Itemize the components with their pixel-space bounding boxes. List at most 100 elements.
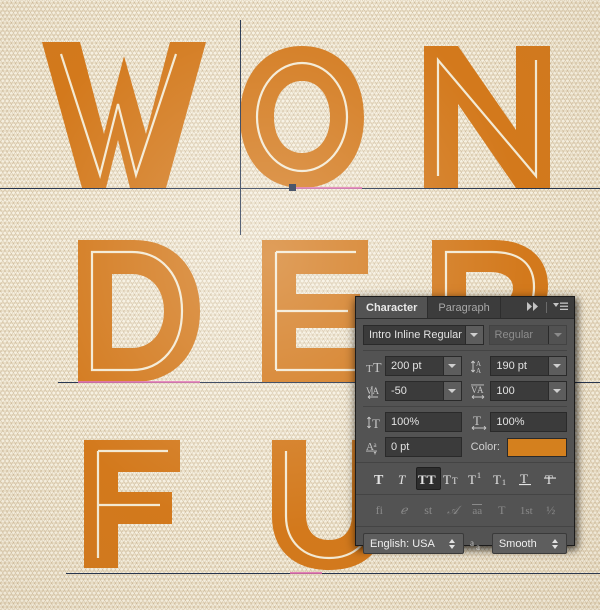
font-style-dropdown-icon[interactable] xyxy=(548,326,566,344)
text-color-swatch[interactable] xyxy=(506,437,567,457)
stylistic-alternates-glyph: aa xyxy=(472,503,483,517)
svg-text:A: A xyxy=(372,386,379,396)
fractions-glyph: ½ xyxy=(546,503,556,517)
titling-alternates-button[interactable]: T xyxy=(490,499,515,522)
subscript-button[interactable]: T 1 xyxy=(490,467,515,490)
header-divider xyxy=(546,302,547,313)
kerning-field[interactable]: -50 xyxy=(385,381,462,401)
svg-text:a: a xyxy=(476,542,480,551)
svg-text:T: T xyxy=(418,472,427,486)
baseline-shift-value: 0 pt xyxy=(391,441,410,453)
leading-dropdown-icon[interactable] xyxy=(547,357,566,375)
fractions-button[interactable]: ½ xyxy=(539,499,564,522)
panel-tabstrip[interactable]: Character Paragraph xyxy=(356,297,574,319)
leading-value: 190 pt xyxy=(496,360,527,372)
svg-text:A: A xyxy=(476,367,481,374)
faux-bold-button[interactable]: T xyxy=(367,467,392,490)
language-spinner-icon[interactable] xyxy=(445,538,463,549)
tab-character[interactable]: Character xyxy=(356,297,429,318)
font-size-icon: T T xyxy=(363,357,385,375)
contextual-alternates-button[interactable]: ℯ xyxy=(392,499,417,522)
contextual-alternates-glyph: ℯ xyxy=(400,503,408,517)
svg-text:A: A xyxy=(477,385,484,395)
font-size-field[interactable]: 200 pt xyxy=(385,356,462,376)
faux-italic-button[interactable]: T xyxy=(392,467,417,490)
discretionary-ligatures-glyph: st xyxy=(424,503,433,517)
font-family-dropdown-icon[interactable] xyxy=(464,326,483,344)
vertical-scale-field[interactable]: 100% xyxy=(385,412,462,432)
baseline-shift-field[interactable]: 0 pt xyxy=(385,437,462,457)
language-combo[interactable]: English: USA xyxy=(363,533,464,554)
strikethrough-button[interactable]: T xyxy=(539,467,564,490)
all-caps-button[interactable]: T T xyxy=(416,467,441,490)
guide-baseline-bottom[interactable] xyxy=(66,573,600,574)
character-panel[interactable]: Character Paragraph Intro Inline Regular… xyxy=(355,296,575,554)
anti-alias-icon: a a xyxy=(470,537,486,551)
font-size-dropdown-icon[interactable] xyxy=(442,357,461,375)
letter-D xyxy=(78,240,200,382)
tracking-icon: V A xyxy=(468,382,490,400)
scale-row[interactable]: T 100% T 100% xyxy=(363,412,567,432)
panel-header-icons[interactable] xyxy=(521,297,574,318)
superscript-button[interactable]: T 1 xyxy=(465,467,490,490)
guide-vertical-left[interactable] xyxy=(240,20,241,235)
letter-E xyxy=(262,240,368,382)
language-antialias-row[interactable]: English: USA a a Smooth xyxy=(356,527,574,561)
text-selection-underline-top xyxy=(296,187,362,189)
svg-text:T: T xyxy=(443,472,451,486)
baseline-color-row[interactable]: A a 0 pt Color: xyxy=(363,437,567,457)
font-style-buttons-row[interactable]: T T T T T T T 1 T 1 T T xyxy=(363,463,567,494)
letter-N xyxy=(424,46,550,188)
tracking-dropdown-icon[interactable] xyxy=(547,382,566,400)
svg-text:T: T xyxy=(374,473,384,486)
kerning-tracking-row[interactable]: V A -50 V A 100 xyxy=(363,381,567,401)
character-panel-body[interactable]: Intro Inline Regular Regular T T 200 pt … xyxy=(356,319,574,527)
horizontal-scale-field[interactable]: 100% xyxy=(490,412,567,432)
standard-ligatures-button[interactable]: fi xyxy=(367,499,392,522)
opentype-buttons-row[interactable]: fi ℯ st 𝒜 aa T 1st ½ xyxy=(363,495,567,526)
color-label: Color: xyxy=(470,441,500,453)
horizontal-scale-value: 100% xyxy=(496,416,525,428)
font-style-field[interactable]: Regular xyxy=(488,325,567,345)
vertical-scale-icon: T xyxy=(363,413,385,431)
stylistic-alternates-button[interactable]: aa xyxy=(465,499,490,522)
svg-text:1: 1 xyxy=(477,471,481,480)
font-family-field[interactable]: Intro Inline Regular xyxy=(363,325,484,345)
font-row[interactable]: Intro Inline Regular Regular xyxy=(363,325,567,345)
svg-text:T: T xyxy=(452,476,458,486)
antialias-combo[interactable]: Smooth xyxy=(491,533,567,554)
discretionary-ligatures-button[interactable]: st xyxy=(416,499,441,522)
tab-paragraph[interactable]: Paragraph xyxy=(428,297,501,318)
vertical-scale-value: 100% xyxy=(391,416,420,428)
antialias-spinner-icon[interactable] xyxy=(548,538,566,549)
size-leading-row[interactable]: T T 200 pt A A 190 pt xyxy=(363,356,567,376)
standard-ligatures-glyph: fi xyxy=(375,503,383,517)
underline-button[interactable]: T xyxy=(514,467,539,490)
font-size-value: 200 pt xyxy=(391,360,422,372)
titling-alternates-glyph: T xyxy=(498,503,506,517)
svg-text:T: T xyxy=(366,363,373,374)
swash-button[interactable]: 𝒜 xyxy=(441,499,466,522)
letter-F xyxy=(84,440,180,568)
letter-O xyxy=(240,46,364,188)
swash-glyph: 𝒜 xyxy=(447,503,459,517)
double-chevron-right-icon[interactable] xyxy=(527,301,540,314)
font-family-value: Intro Inline Regular xyxy=(369,329,462,341)
leading-field[interactable]: 190 pt xyxy=(490,356,567,376)
ordinals-button[interactable]: 1st xyxy=(514,499,539,522)
svg-text:T: T xyxy=(493,472,501,486)
photoshop-canvas: Character Paragraph Intro Inline Regular… xyxy=(0,0,600,610)
ordinals-glyph: 1st xyxy=(519,504,533,517)
tracking-value: 100 xyxy=(496,385,515,397)
kerning-icon: V A xyxy=(363,382,385,400)
svg-text:T: T xyxy=(468,472,476,486)
tab-paragraph-label: Paragraph xyxy=(438,301,490,314)
text-anchor-point[interactable] xyxy=(289,184,296,191)
svg-text:T: T xyxy=(373,361,382,374)
panel-menu-icon[interactable] xyxy=(553,302,568,314)
tracking-field[interactable]: 100 xyxy=(490,381,567,401)
letter-W xyxy=(42,42,206,188)
small-caps-button[interactable]: T T xyxy=(441,467,466,490)
kerning-dropdown-icon[interactable] xyxy=(442,382,461,400)
leading-icon: A A xyxy=(468,357,490,375)
